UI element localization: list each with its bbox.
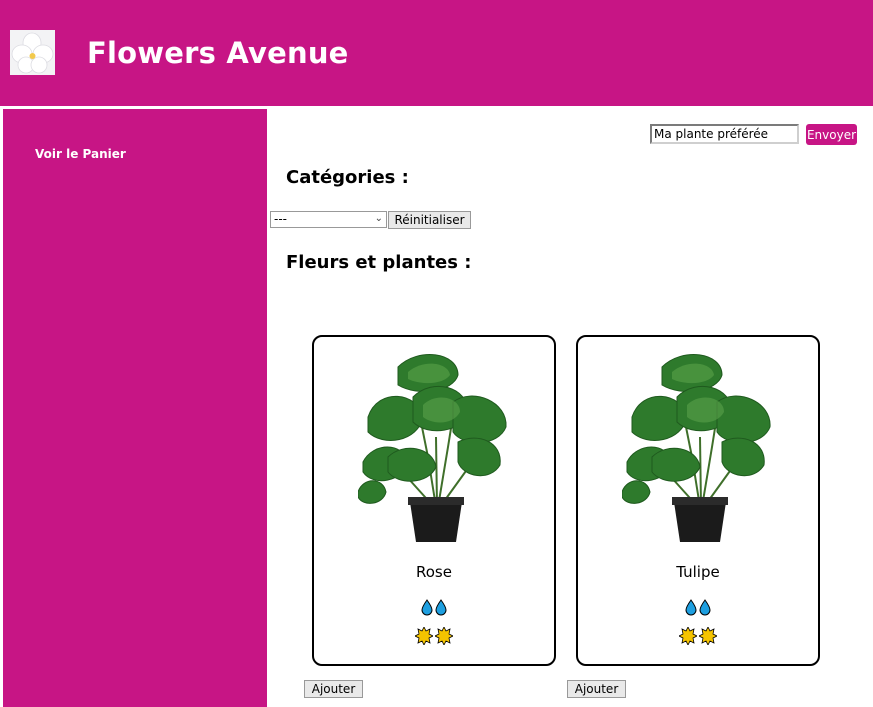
plant-image-icon [358,354,507,542]
sun-icon [699,627,717,645]
sun-icon [415,627,433,645]
chevron-down-icon: ⌄ [374,213,383,224]
product-card: Tulipe [576,335,820,666]
add-to-cart-button[interactable]: Ajouter [567,680,626,698]
sidebar: Voir le Panier [3,109,267,707]
category-select-value: --- [274,212,287,226]
category-select[interactable]: --- ⌄ [270,211,387,228]
sun-icon [679,627,697,645]
plant-image-icon [622,354,771,542]
send-button[interactable]: Envoyer [806,124,857,145]
view-cart-link[interactable]: Voir le Panier [35,147,126,161]
sun-icon [435,627,453,645]
product-card: Rose [312,335,556,666]
product-name: Rose [416,563,452,581]
water-drop-icon [685,599,697,616]
water-level [314,599,554,621]
categories-title: Catégories : [286,167,409,188]
reset-button[interactable]: Réinitialiser [388,211,471,229]
product-name: Tulipe [676,563,720,581]
flower-logo-icon [10,30,55,75]
light-level [578,627,818,650]
water-level [578,599,818,621]
search-input[interactable] [650,124,799,144]
water-drop-icon [421,599,433,616]
add-to-cart-button[interactable]: Ajouter [304,680,363,698]
header-bar: Flowers Avenue [0,0,873,106]
light-level [314,627,554,650]
water-drop-icon [699,599,711,616]
products-title: Fleurs et plantes : [286,252,472,273]
water-drop-icon [435,599,447,616]
site-title: Flowers Avenue [87,36,349,70]
logo[interactable] [10,30,55,75]
